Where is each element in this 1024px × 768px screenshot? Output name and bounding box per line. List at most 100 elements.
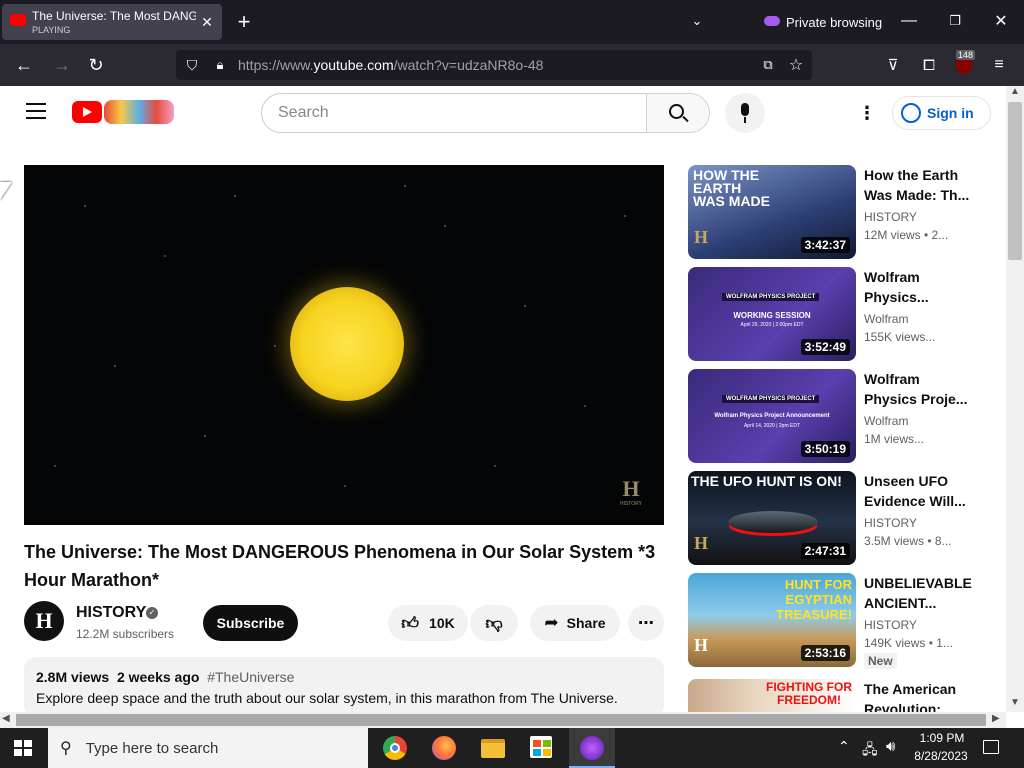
like-button[interactable]: 👍︎ 10K <box>388 605 468 641</box>
url-text: https://www.youtube.com/watch?v=udzaNR8o… <box>238 57 543 73</box>
rec-title[interactable]: How the Earth Was Made: Th... <box>864 165 974 205</box>
rec-channel[interactable]: HISTORY <box>864 210 917 224</box>
app-menu-hamburger-icon[interactable]: ≡ <box>988 54 1010 76</box>
sign-in-button[interactable]: Sign in <box>892 96 991 130</box>
sign-in-label: Sign in <box>927 105 974 121</box>
padlock-icon[interactable]: 🔒︎ <box>210 55 230 75</box>
private-browsing-label: Private browsing <box>786 15 883 30</box>
rec-meta: 149K views • 1... <box>864 636 953 650</box>
rec-thumbnail[interactable]: HOW THE EARTH WAS MADE H 3:42:37 <box>688 165 856 259</box>
channel-avatar[interactable]: H <box>24 601 64 641</box>
verified-badge-icon: ✓ <box>146 607 158 619</box>
rec-thumbnail[interactable]: HUNT FOR EGYPTIAN TREASURE! H 2:53:16 <box>688 573 856 667</box>
url-path: /watch?v=udzaNR8o-48 <box>393 57 544 73</box>
browser-tab[interactable]: The Universe: The Most DANGEROUS PLAYING… <box>2 4 222 40</box>
scroll-right-arrow-icon[interactable]: ▶ <box>992 713 1004 727</box>
minimize-icon[interactable]: — <box>898 10 920 32</box>
more-actions-button[interactable]: ⋯ <box>628 605 664 641</box>
voice-search-button[interactable] <box>725 93 765 133</box>
restore-icon[interactable]: ❐ <box>944 10 966 32</box>
rec-channel[interactable]: Wolfram <box>864 414 908 428</box>
close-tab-icon[interactable]: ✕ <box>198 13 216 31</box>
history-logo-icon: H <box>694 533 709 553</box>
taskbar-search-placeholder: Type here to search <box>85 739 219 757</box>
channel-name[interactable]: HISTORY <box>76 604 146 622</box>
thumb-text: WOLFRAM PHYSICS PROJECT <box>722 293 820 301</box>
video-player[interactable]: H HISTORY <box>24 165 664 525</box>
rec-title[interactable]: Unseen UFO Evidence Will... <box>864 471 974 511</box>
youtube-doodle-logo-icon[interactable] <box>104 100 174 124</box>
taskbar-search-box[interactable]: ⚲ Type here to search <box>48 728 368 768</box>
firefox-private-taskbar-button[interactable] <box>569 728 615 768</box>
watermark-h-glyph: H <box>622 476 640 501</box>
tab-title: The Universe: The Most DANGEROUS <box>32 9 196 23</box>
rec-title[interactable]: The American Revolution: <box>864 679 974 712</box>
file-explorer-icon[interactable] <box>481 739 505 758</box>
new-badge: New <box>864 653 897 669</box>
youtube-logo[interactable] <box>72 101 102 123</box>
rec-channel[interactable]: Wolfram <box>864 312 908 326</box>
search-input[interactable]: Search <box>261 93 647 133</box>
new-tab-icon[interactable]: + <box>232 9 256 34</box>
thumb-subtitle: WORKING SESSION <box>733 311 811 320</box>
rec-thumbnail[interactable]: FIGHTING FOR FREEDOM! <box>688 679 856 712</box>
subscribe-button[interactable]: Subscribe <box>203 605 298 641</box>
forward-arrow-icon[interactable]: → <box>50 54 74 76</box>
share-button[interactable]: ➦ Share <box>530 605 620 641</box>
list-all-tabs-icon[interactable]: ⌄ <box>686 10 708 32</box>
thumb-text: FIGHTING FOR FREEDOM! <box>766 680 852 707</box>
url-bar[interactable]: ⛉ 🔒︎ https://www.youtube.com/watch?v=udz… <box>176 50 812 80</box>
picture-in-picture-icon[interactable]: ⧉ <box>758 55 778 75</box>
pocket-icon[interactable]: ⊽ <box>882 54 904 76</box>
firefox-icon[interactable] <box>432 736 456 760</box>
rec-thumbnail[interactable]: WOLFRAM PHYSICS PROJECT Wolfram Physics … <box>688 369 856 463</box>
horizontal-scrollbar-thumb[interactable] <box>16 714 986 726</box>
rec-meta: 155K views... <box>864 330 936 344</box>
back-arrow-icon[interactable]: ← <box>12 54 36 76</box>
search-icon-handle <box>682 115 689 123</box>
extensions-puzzle-icon[interactable]: ⧠ <box>918 54 940 76</box>
rec-title[interactable]: Wolfram Physics... <box>864 267 974 307</box>
rec-channel[interactable]: HISTORY <box>864 618 917 632</box>
url-domain: youtube.com <box>313 57 394 73</box>
rec-title[interactable]: Wolfram Physics Proje... <box>864 369 974 409</box>
clock-date[interactable]: 8/28/2023 <box>910 749 972 763</box>
video-title: The Universe: The Most DANGEROUS Phenome… <box>24 542 656 590</box>
guide-menu-icon[interactable] <box>26 103 46 119</box>
account-circle-icon <box>901 103 921 123</box>
reload-icon[interactable]: ↻ <box>84 54 108 76</box>
close-window-icon[interactable]: ✕ <box>990 10 1012 32</box>
hashtag-link[interactable]: #TheUniverse <box>207 669 294 685</box>
history-logo-icon: H <box>694 635 709 655</box>
clock-time[interactable]: 1:09 PM <box>918 731 966 745</box>
volume-icon[interactable]: 🔊︎ <box>886 738 895 755</box>
subscribe-label: Subscribe <box>216 615 285 631</box>
scroll-left-arrow-icon[interactable]: ◀ <box>2 713 14 727</box>
thumbs-up-icon: 👍︎ <box>401 613 420 633</box>
video-duration: 3:42:37 <box>800 237 850 253</box>
microsoft-store-icon[interactable] <box>530 736 552 758</box>
rec-channel[interactable]: HISTORY <box>864 516 917 530</box>
settings-more-vertical-icon[interactable]: ⋮ <box>858 103 876 123</box>
dislike-button[interactable]: 👎︎ <box>470 605 518 641</box>
rec-thumbnail[interactable]: THE UFO HUNT IS ON! H 2:47:31 <box>688 471 856 565</box>
tracking-protection-shield-icon[interactable]: ⛉ <box>182 55 202 75</box>
description-text: Explore deep space and the truth about o… <box>36 690 618 706</box>
private-browsing-mask-icon <box>764 16 780 26</box>
private-browsing-icon <box>580 736 604 760</box>
rec-title[interactable]: UNBELIEVABLE ANCIENT... <box>864 573 974 613</box>
bookmark-star-icon[interactable]: ☆ <box>786 55 806 75</box>
description-box[interactable]: 2.8M views 2 weeks ago #TheUniverse Expl… <box>24 657 664 717</box>
vertical-scrollbar-thumb[interactable] <box>1008 102 1022 260</box>
scroll-up-arrow-icon[interactable]: ▲ <box>1008 86 1022 100</box>
rec-thumbnail[interactable]: WOLFRAM PHYSICS PROJECT WORKING SESSION … <box>688 267 856 361</box>
chrome-icon[interactable] <box>383 736 407 760</box>
action-center-notifications-icon[interactable] <box>983 740 999 754</box>
extension-badge-count: 148 <box>956 50 976 60</box>
subscriber-count: 12.2M subscribers <box>76 627 175 641</box>
search-button[interactable] <box>646 93 710 133</box>
network-icon[interactable]: 🖧︎ <box>862 739 878 763</box>
scroll-down-arrow-icon[interactable]: ▼ <box>1008 697 1022 711</box>
show-hidden-icons-chevron-icon[interactable]: ⌃ <box>838 738 850 755</box>
windows-start-icon[interactable] <box>14 740 32 756</box>
